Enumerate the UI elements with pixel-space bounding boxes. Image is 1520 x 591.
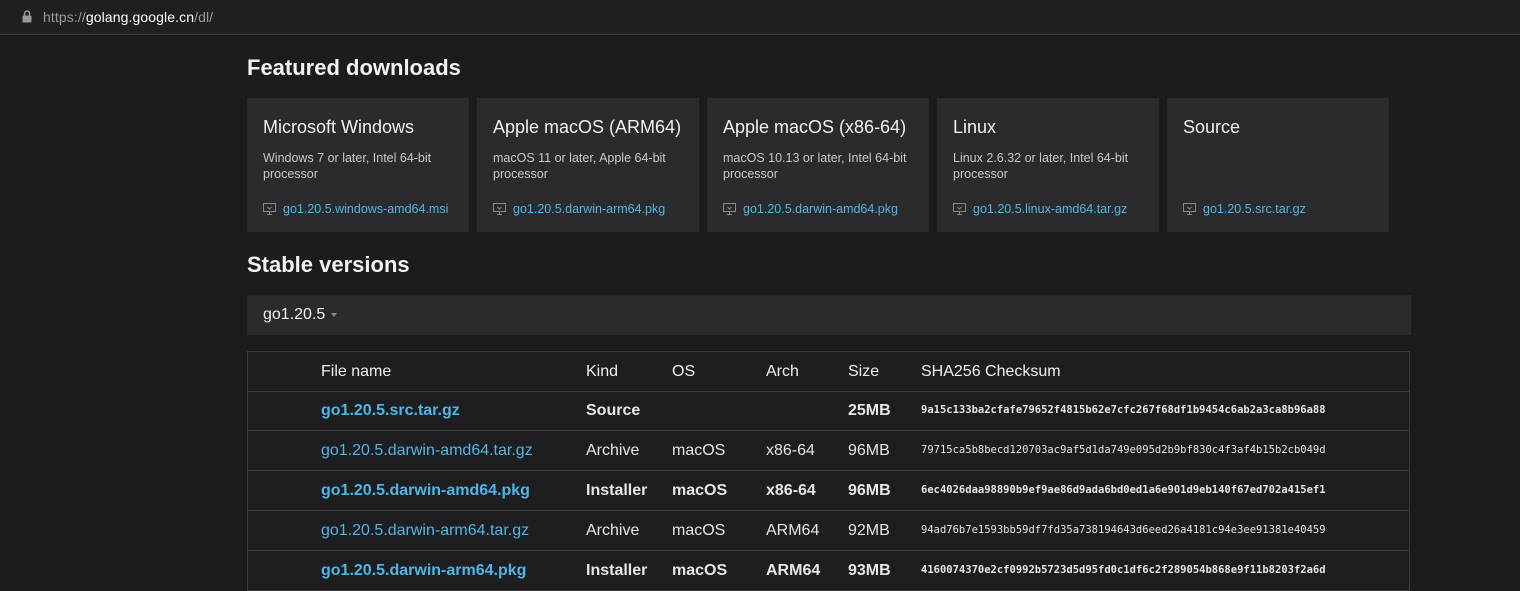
card-windows[interactable]: Microsoft Windows Windows 7 or later, In… bbox=[247, 98, 469, 232]
table-row: go1.20.5.darwin-arm64.tar.gz Archive macOS… bbox=[248, 511, 1409, 551]
card-description: macOS 11 or later, Apple 64-bit processo… bbox=[493, 151, 666, 181]
version-label: go1.20.5 bbox=[263, 306, 326, 323]
cell-kind: Archive bbox=[586, 442, 640, 459]
card-description: Linux 2.6.32 or later, Intel 64-bit proc… bbox=[953, 151, 1129, 181]
download-link[interactable]: go1.20.5.darwin-amd64.pkg bbox=[723, 202, 898, 216]
download-link[interactable]: go1.20.5.linux-amd64.tar.gz bbox=[953, 202, 1127, 216]
cell-kind: Installer bbox=[586, 482, 648, 499]
download-icon bbox=[493, 203, 506, 215]
header-file-name: File name bbox=[321, 363, 392, 380]
download-icon bbox=[953, 203, 966, 215]
card-description: macOS 10.13 or later, Intel 64-bit proce… bbox=[723, 151, 907, 181]
card-title: Apple macOS (x86-64) bbox=[723, 117, 907, 137]
cell-arch: x86-64 bbox=[766, 482, 816, 499]
cell-size: 96MB bbox=[848, 482, 891, 499]
header-arch: Arch bbox=[766, 363, 799, 380]
table-row: go1.20.5.src.tar.gz Source 25MB 9a15c133ba2… bbox=[248, 391, 1409, 431]
cell-arch: ARM64 bbox=[766, 522, 820, 539]
header-checksum: SHA256 Checksum bbox=[921, 363, 1061, 380]
download-filename: go1.20.5.darwin-arm64.pkg bbox=[513, 202, 666, 216]
stable-versions-heading: Stable versions bbox=[247, 252, 410, 277]
url-field[interactable]: https://golang.google.cn/dl/ bbox=[0, 0, 1520, 34]
card-title: Linux bbox=[953, 117, 997, 137]
file-link[interactable]: go1.20.5.darwin-amd64.tar.gz bbox=[321, 431, 533, 470]
download-filename: go1.20.5.windows-amd64.msi bbox=[283, 202, 449, 216]
cell-os: macOS bbox=[672, 522, 726, 539]
caret-down-icon bbox=[331, 313, 337, 317]
cell-checksum: 9a15c133ba2cfafe79652f4815b62e7cfc267f68… bbox=[921, 404, 1326, 416]
cell-kind: Installer bbox=[586, 562, 648, 579]
table-row: go1.20.5.darwin-arm64.pkg Installer macOS A… bbox=[248, 551, 1409, 591]
lock-icon bbox=[22, 10, 32, 23]
cell-checksum: 94ad76b7e1593bb59df7fd35a738194643d6eed2… bbox=[921, 524, 1326, 536]
file-link[interactable]: go1.20.5.darwin-amd64.pkg bbox=[321, 471, 530, 510]
table-row: go1.20.5.darwin-amd64.pkg Installer macOS x… bbox=[248, 471, 1409, 511]
featured-cards: Microsoft Windows Windows 7 or later, In… bbox=[247, 98, 1389, 232]
downloads-table: File name Kind OS Arch Size SHA256 Check… bbox=[247, 351, 1410, 591]
cell-size: 25MB bbox=[848, 402, 891, 419]
cell-checksum: 4160074370e2cf0992b5723d5d95fd0c1df6c2f2… bbox=[921, 564, 1326, 576]
cell-size: 93MB bbox=[848, 562, 891, 579]
file-link[interactable]: go1.20.5.darwin-arm64.tar.gz bbox=[321, 511, 529, 550]
download-link[interactable]: go1.20.5.darwin-arm64.pkg bbox=[493, 202, 665, 216]
cell-kind: Archive bbox=[586, 522, 640, 539]
download-icon bbox=[1183, 203, 1196, 215]
cell-size: 92MB bbox=[848, 522, 890, 539]
table-row: go1.20.5.darwin-amd64.tar.gz Archive macOS… bbox=[248, 431, 1409, 471]
featured-downloads-heading: Featured downloads bbox=[247, 55, 461, 80]
download-icon bbox=[723, 203, 736, 215]
cell-os: macOS bbox=[672, 562, 728, 579]
card-source[interactable]: Source go1.20.5.src.tar.gz bbox=[1167, 98, 1389, 232]
table-header-row: File name Kind OS Arch Size SHA256 Check… bbox=[248, 352, 1409, 392]
cell-kind: Source bbox=[586, 402, 641, 419]
url-host: golang.google.cn bbox=[85, 9, 195, 25]
url-path: /dl/ bbox=[194, 9, 214, 25]
download-link[interactable]: go1.20.5.src.tar.gz bbox=[1183, 202, 1306, 216]
cell-os: macOS bbox=[672, 482, 728, 499]
cell-checksum: 79715ca5b8becd120703ac9af5d1da749e095d2b… bbox=[921, 444, 1326, 456]
version-toggle[interactable]: go1.20.5 bbox=[247, 295, 1411, 335]
header-kind: Kind bbox=[586, 363, 619, 380]
download-filename: go1.20.5.src.tar.gz bbox=[1203, 202, 1306, 216]
card-title: Apple macOS (ARM64) bbox=[493, 117, 682, 137]
cell-os: macOS bbox=[672, 442, 726, 459]
browser-address-bar: https://golang.google.cn/dl/ bbox=[0, 0, 1520, 35]
card-description: Windows 7 or later, Intel 64-bit process… bbox=[263, 151, 432, 181]
download-filename: go1.20.5.linux-amd64.tar.gz bbox=[973, 202, 1128, 216]
card-title: Source bbox=[1183, 117, 1241, 137]
download-filename: go1.20.5.darwin-amd64.pkg bbox=[743, 202, 898, 216]
card-macos-x86-64[interactable]: Apple macOS (x86-64) macOS 10.13 or late… bbox=[707, 98, 929, 232]
file-link[interactable]: go1.20.5.darwin-arm64.pkg bbox=[321, 551, 526, 590]
file-link[interactable]: go1.20.5.src.tar.gz bbox=[321, 391, 460, 430]
cell-checksum: 6ec4026daa98890b9ef9ae86d9ada6bd0ed1a6e9… bbox=[921, 484, 1326, 496]
download-icon bbox=[263, 203, 276, 215]
header-os: OS bbox=[672, 363, 696, 380]
cell-arch: x86-64 bbox=[766, 442, 815, 459]
url-scheme: https:// bbox=[43, 9, 86, 25]
url-text[interactable]: https://golang.google.cn/dl/ bbox=[43, 9, 213, 25]
card-macos-arm64[interactable]: Apple macOS (ARM64) macOS 11 or later, A… bbox=[477, 98, 699, 232]
header-size: Size bbox=[848, 363, 880, 380]
card-title: Microsoft Windows bbox=[263, 117, 415, 137]
cell-arch: ARM64 bbox=[766, 562, 821, 579]
card-linux[interactable]: Linux Linux 2.6.32 or later, Intel 64-bi… bbox=[937, 98, 1159, 232]
cell-size: 96MB bbox=[848, 442, 890, 459]
download-link[interactable]: go1.20.5.windows-amd64.msi bbox=[263, 202, 448, 216]
